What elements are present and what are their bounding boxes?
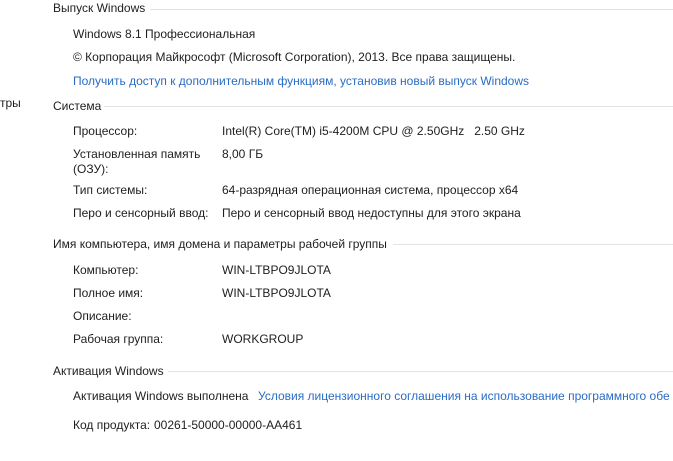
edition-section-title: Выпуск Windows — [53, 1, 146, 15]
product-id-value: 00261-50000-00000-AA461 — [154, 418, 303, 432]
upgrade-edition-link[interactable]: Получить доступ к дополнительным функция… — [73, 74, 529, 88]
activation-status: Активация Windows выполнена — [73, 389, 249, 403]
pen-touch-value: Перо и сенсорный ввод недоступны для это… — [222, 206, 521, 220]
computer-section-title: Имя компьютера, имя домена и параметры р… — [53, 237, 387, 251]
workgroup-value: WORKGROUP — [222, 332, 304, 346]
system-properties-window: { "left_panel": { "partial_text": "тры" … — [0, 0, 673, 461]
ram-value: 8,00 ГБ — [222, 147, 264, 161]
pen-touch-label: Перо и сенсорный ввод: — [73, 206, 209, 220]
license-terms-link[interactable]: Условия лицензионного соглашения на испо… — [258, 389, 673, 403]
system-divider — [104, 106, 673, 107]
left-panel-link-partial[interactable]: тры — [0, 96, 21, 110]
full-name-label: Полное имя: — [73, 286, 144, 300]
workgroup-label: Рабочая группа: — [73, 332, 164, 346]
system-type-value: 64-разрядная операционная система, проце… — [222, 183, 519, 197]
ram-label-line2: (ОЗУ): — [73, 162, 109, 176]
full-name-value: WIN-LTBPO9JLOTA — [222, 286, 331, 300]
activation-section-title: Активация Windows — [53, 364, 164, 378]
windows-edition-name: Windows 8.1 Профессиональная — [73, 27, 256, 41]
system-type-label: Тип системы: — [73, 183, 148, 197]
description-label: Описание: — [73, 309, 132, 323]
copyright-text: © Корпорация Майкрософт (Microsoft Corpo… — [73, 50, 516, 64]
edition-divider — [150, 9, 673, 10]
computer-name-label: Компьютер: — [73, 263, 139, 277]
activation-divider — [168, 371, 673, 372]
processor-label: Процессор: — [73, 124, 138, 138]
computer-name-value: WIN-LTBPO9JLOTA — [222, 263, 331, 277]
processor-value: Intel(R) Core(TM) i5-4200M CPU @ 2.50GHz… — [222, 124, 525, 138]
system-section-title: Система — [53, 99, 102, 113]
ram-label-line1: Установленная память — [73, 147, 201, 161]
computer-divider — [393, 244, 673, 245]
product-id-label: Код продукта: — [73, 418, 151, 432]
